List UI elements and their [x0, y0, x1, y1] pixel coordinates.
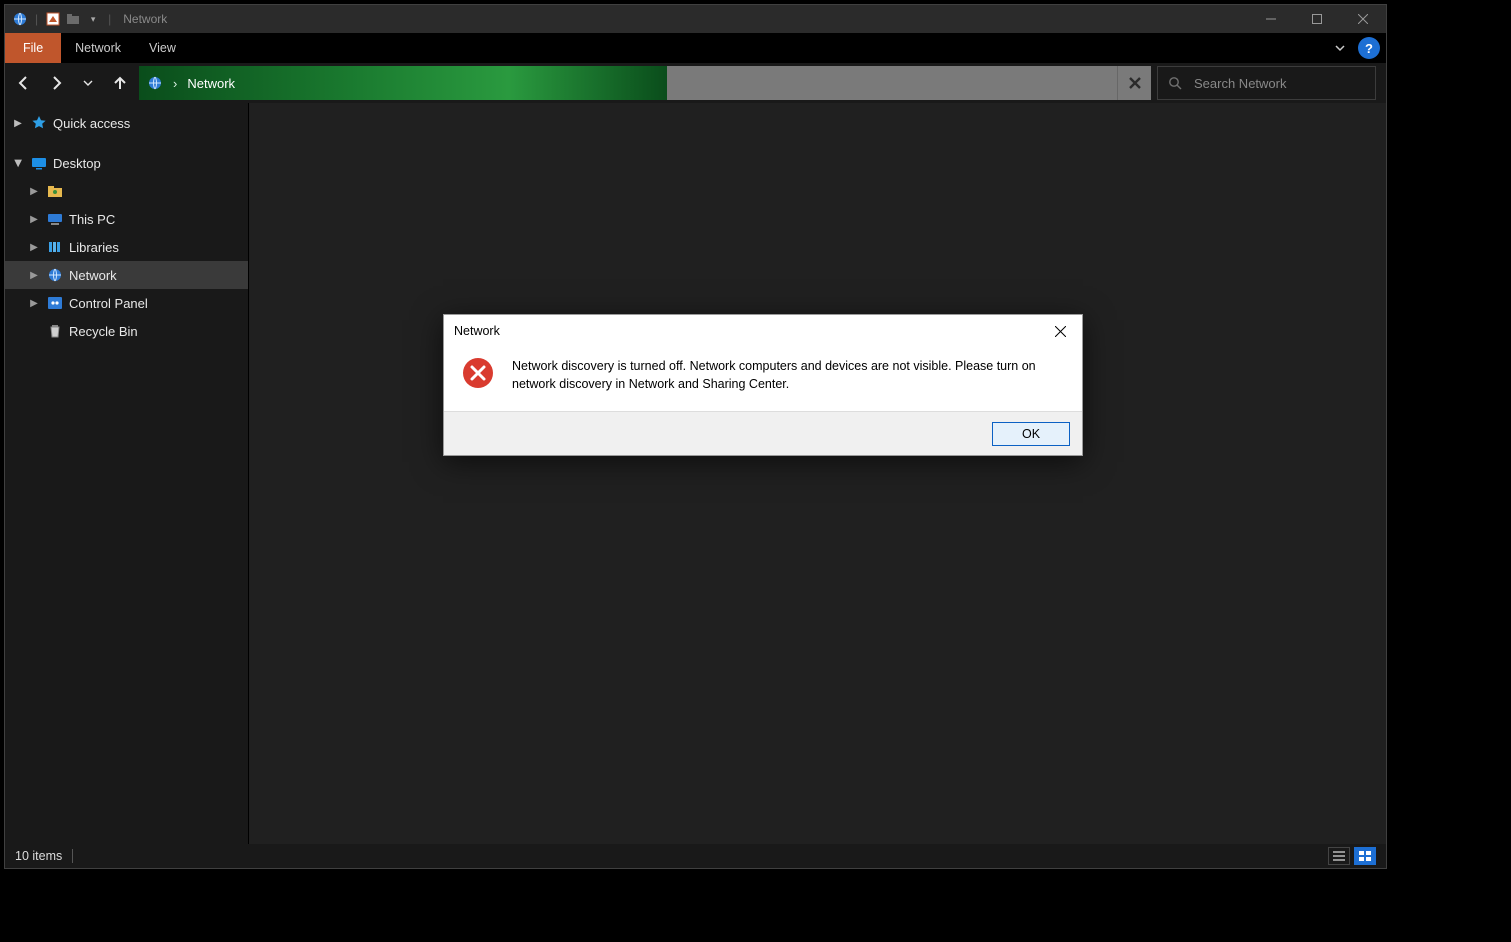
- forward-button[interactable]: [43, 70, 69, 96]
- tree-label: Quick access: [53, 116, 130, 131]
- tab-view[interactable]: View: [135, 33, 190, 63]
- ok-button[interactable]: OK: [992, 422, 1070, 446]
- tree-label: This PC: [69, 212, 115, 227]
- recent-locations-chevron-icon[interactable]: [75, 70, 101, 96]
- ribbon: File Network View ?: [5, 33, 1386, 63]
- navigation-row: › Network Search Network: [5, 63, 1386, 103]
- chevron-right-icon[interactable]: ▶: [27, 186, 41, 197]
- search-box[interactable]: Search Network: [1157, 66, 1376, 100]
- up-button[interactable]: [107, 70, 133, 96]
- tree-recycle-bin[interactable]: ▶ Recycle Bin: [5, 317, 248, 345]
- chevron-down-icon[interactable]: ▶: [13, 156, 24, 170]
- breadcrumb-network[interactable]: Network: [187, 76, 235, 91]
- status-bar: 10 items: [5, 844, 1386, 868]
- tree-desktop[interactable]: ▶ Desktop: [5, 149, 248, 177]
- view-large-icons-button[interactable]: [1354, 847, 1376, 865]
- minimize-button[interactable]: [1248, 5, 1294, 33]
- close-button[interactable]: [1340, 5, 1386, 33]
- user-folder-icon: [47, 183, 63, 199]
- tree-label: Network: [69, 268, 117, 283]
- network-globe-icon: [47, 267, 63, 283]
- properties-icon[interactable]: [44, 10, 62, 28]
- network-globe-icon: [11, 10, 29, 28]
- tree-label: Control Panel: [69, 296, 148, 311]
- error-icon: [462, 357, 494, 393]
- chevron-right-icon[interactable]: ▶: [27, 214, 41, 225]
- star-icon: [31, 115, 47, 131]
- dialog-title: Network: [454, 324, 500, 338]
- search-icon: [1168, 76, 1182, 90]
- titlebar: | ▾ | Network: [5, 5, 1386, 33]
- back-button[interactable]: [11, 70, 37, 96]
- error-dialog: Network Network discovery is turned off.…: [443, 314, 1083, 456]
- status-item-count: 10 items: [15, 849, 62, 863]
- tree-label: Libraries: [69, 240, 119, 255]
- dialog-close-button[interactable]: [1038, 315, 1082, 347]
- address-segment-active[interactable]: › Network: [139, 66, 667, 100]
- window-buttons: [1248, 5, 1386, 33]
- recycle-bin-icon: [47, 323, 63, 339]
- chevron-right-icon[interactable]: ▶: [27, 270, 41, 281]
- view-details-button[interactable]: [1328, 847, 1350, 865]
- tree-libraries[interactable]: ▶ Libraries: [5, 233, 248, 261]
- dialog-titlebar: Network: [444, 315, 1082, 347]
- tree-label: Recycle Bin: [69, 324, 138, 339]
- address-bar[interactable]: › Network: [139, 66, 1151, 100]
- dialog-body: Network discovery is turned off. Network…: [444, 347, 1082, 411]
- body: ▶ Quick access ▶ Desktop ▶: [5, 103, 1386, 844]
- maximize-button[interactable]: [1294, 5, 1340, 33]
- tree-label: Desktop: [53, 156, 101, 171]
- qat-chevron-down-icon[interactable]: ▾: [84, 10, 102, 28]
- chevron-right-icon[interactable]: ▶: [11, 118, 25, 129]
- window-title: Network: [123, 12, 167, 26]
- refresh-button[interactable]: [1117, 66, 1151, 100]
- network-globe-icon: [147, 75, 163, 91]
- control-panel-icon: [47, 295, 63, 311]
- tree-network[interactable]: ▶ Network: [5, 261, 248, 289]
- content-pane[interactable]: [249, 103, 1386, 844]
- separator: |: [35, 12, 38, 26]
- breadcrumb-chevron-icon[interactable]: ›: [173, 76, 177, 91]
- ribbon-collapse-chevron-icon[interactable]: [1326, 33, 1354, 63]
- quick-access-toolbar: | ▾ |: [5, 10, 115, 28]
- tree-user-folder[interactable]: ▶: [5, 177, 248, 205]
- search-placeholder: Search Network: [1194, 76, 1286, 91]
- tab-network[interactable]: Network: [61, 33, 135, 63]
- tab-file[interactable]: File: [5, 33, 61, 63]
- separator: |: [108, 12, 111, 26]
- chevron-right-icon[interactable]: ▶: [27, 242, 41, 253]
- dialog-footer: OK: [444, 411, 1082, 455]
- help-button[interactable]: ?: [1358, 37, 1380, 59]
- libraries-icon: [47, 239, 63, 255]
- tree-quick-access[interactable]: ▶ Quick access: [5, 109, 248, 137]
- address-segment-empty[interactable]: [667, 66, 1117, 100]
- tree-control-panel[interactable]: ▶ Control Panel: [5, 289, 248, 317]
- tree-this-pc[interactable]: ▶ This PC: [5, 205, 248, 233]
- navigation-pane: ▶ Quick access ▶ Desktop ▶: [5, 103, 249, 844]
- pc-icon: [47, 211, 63, 227]
- chevron-right-icon[interactable]: ▶: [27, 298, 41, 309]
- explorer-window: | ▾ | Network File Network View: [4, 4, 1387, 869]
- divider: [72, 849, 73, 863]
- dialog-message: Network discovery is turned off. Network…: [512, 357, 1052, 393]
- new-folder-icon[interactable]: [64, 10, 82, 28]
- desktop-icon: [31, 155, 47, 171]
